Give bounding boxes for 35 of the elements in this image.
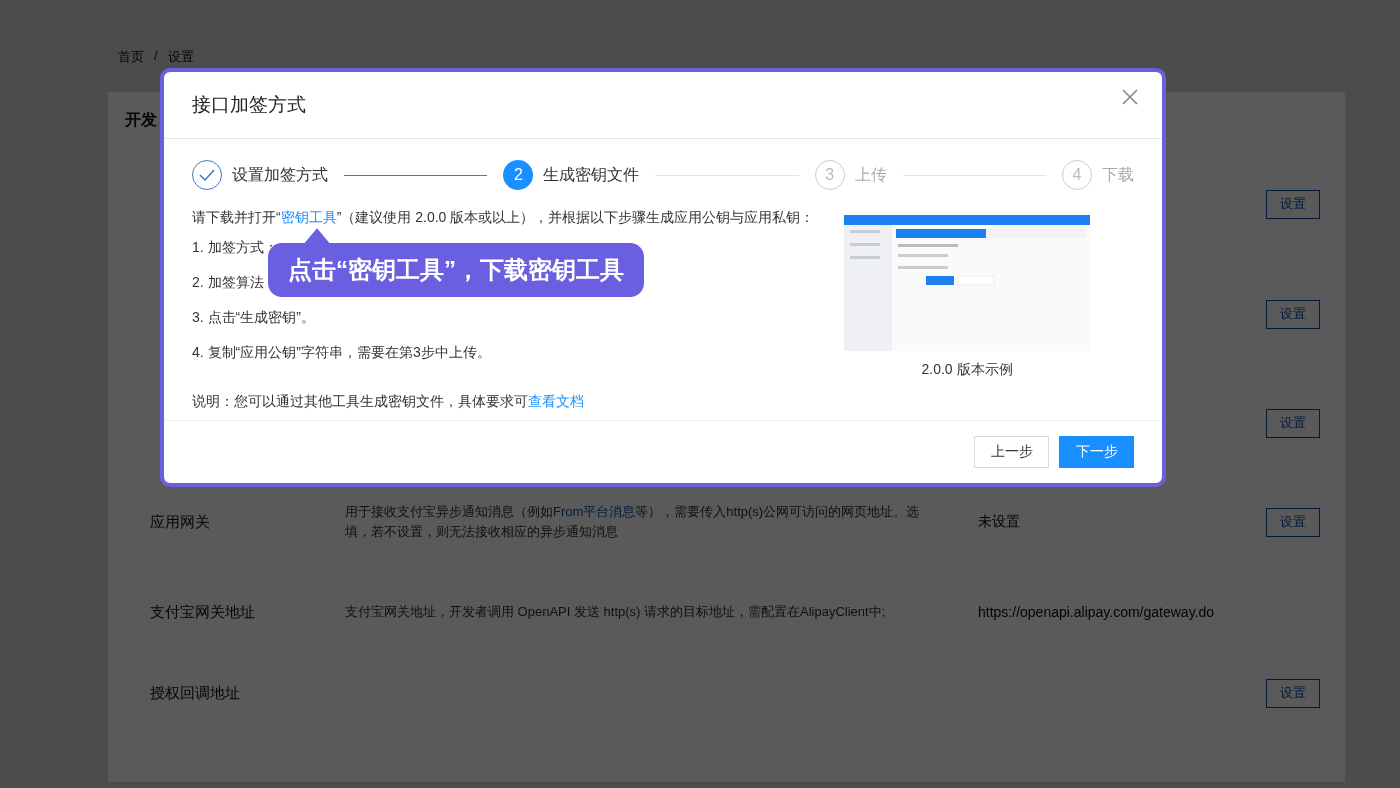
note-text: 说明：您可以通过其他工具生成密钥文件，具体要求可查看文档 [192,393,585,411]
step-label: 生成密钥文件 [543,164,640,185]
section-title: 开发 [124,110,158,130]
tool-link[interactable]: 密钥工具 [280,209,337,225]
step-label: 上传 [854,164,887,185]
instruction-text: 2. 加签算法 [192,274,264,290]
settings-button[interactable]: 设置 [1266,678,1320,708]
intro-text: 请下载并打开“密钥工具”（建议使用 2.0.0 版本或以上），并根据以下步骤生成应用公钥与应用私钥： [192,208,816,227]
back-button[interactable]: 上一步 [974,436,1049,468]
breadcrumb-separator: / [154,48,158,65]
step-number: 2 [503,160,534,190]
description-link[interactable]: From平台消息 [553,504,636,519]
step-label: 下载 [1102,164,1134,185]
setting-description: 支付宝网关地址，开发者调用 OpenAPI 发送 http(s) 请求的目标地址，需配置在AlipayClient中; [345,603,887,621]
settings-button[interactable]: 设置 [1266,507,1320,537]
setting-value: 未设置 [978,513,1021,531]
instruction-text: 4. 复制“应用公钥”字符串，需要在第3步中上传。 [192,344,491,360]
setting-label: 支付宝网关地址 [149,602,256,622]
settings-button[interactable]: 设置 [1266,189,1320,219]
preview-caption: 2.0.0 版本示例 [921,361,1013,379]
breadcrumb-item[interactable]: 设置 [167,48,194,70]
close-icon[interactable] [1122,89,1138,105]
next-button[interactable]: 下一步 [1059,436,1134,468]
setting-label: 应用网关 [149,512,211,532]
setting-label: 授权回调地址 [149,683,241,703]
instruction-text: 3. 点击“生成密钥”。 [192,309,315,325]
settings-button[interactable]: 设置 [1266,299,1320,329]
breadcrumb-item[interactable]: 首页 [118,48,144,70]
dialog-title: 接口加签方式 [192,93,306,117]
settings-button[interactable]: 设置 [1266,408,1320,438]
docs-link[interactable]: 查看文档 [528,393,584,409]
setting-value: https://openapi.alipay.com/gateway.do [978,604,1216,620]
step-label: 设置加签方式 [232,164,328,185]
setting-description: 用于接收支付宝异步通知消息（例如From平台消息等），需要传入http(s)公网可访问的网页地址。选填，若不设置，则无法接收相应的异步通知消息 [345,503,921,541]
instruction-text: 1. 加签方式： [192,239,278,255]
